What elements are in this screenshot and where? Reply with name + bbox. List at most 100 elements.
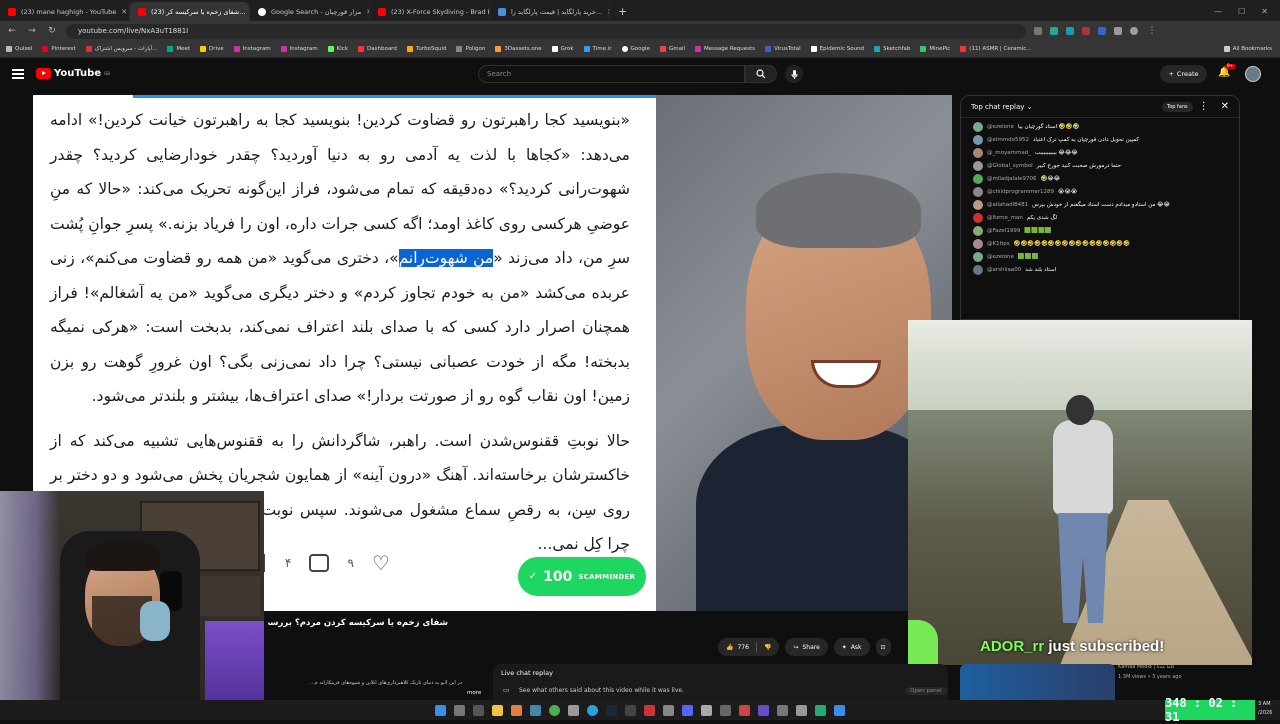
app-icon[interactable] xyxy=(758,704,769,716)
app-icon[interactable] xyxy=(834,704,845,716)
extension-icon[interactable] xyxy=(1050,27,1058,35)
back-icon[interactable]: ← xyxy=(6,26,18,36)
discord-icon[interactable] xyxy=(682,704,693,716)
thumbs-down-icon[interactable]: 👎 xyxy=(764,644,771,651)
bookmark[interactable]: Message Requests xyxy=(695,46,755,52)
sketchfab-icon xyxy=(874,46,881,52)
close-window-icon[interactable]: ✕ xyxy=(1261,7,1268,16)
chat-message: @_moyammad_ ببببببببببب 😂😂😂 xyxy=(961,146,1239,159)
reload-icon[interactable]: ↻ xyxy=(46,26,58,36)
chat-message: @Fazel1999 🟩🟩🟩🟩 xyxy=(961,224,1239,237)
search-icon xyxy=(756,69,766,79)
url-input[interactable]: youtube.com/live/NxA3uT1881I xyxy=(66,23,1026,39)
bookmark[interactable]: Google xyxy=(621,46,650,52)
top-fans-button[interactable]: Top fans xyxy=(1161,101,1193,112)
app-icon[interactable] xyxy=(625,704,636,716)
chrome-icon[interactable] xyxy=(549,704,560,716)
extension-icon[interactable] xyxy=(1082,27,1090,35)
extension-icon[interactable] xyxy=(1114,27,1122,35)
bookmark[interactable]: Instagram xyxy=(280,46,318,52)
search-input[interactable]: Search xyxy=(478,65,745,83)
user-avatar[interactable] xyxy=(1245,66,1261,82)
search-icon[interactable] xyxy=(454,704,465,716)
bookmark[interactable]: Poligon xyxy=(456,46,485,52)
voice-search-button[interactable] xyxy=(785,65,803,83)
bookmark[interactable]: Meet xyxy=(167,46,190,52)
bookmark[interactable]: TurboSquid xyxy=(406,46,446,52)
extension-icon[interactable] xyxy=(1034,27,1042,35)
browser-tab[interactable]: (23) mane haghigh - YouTube ✕ xyxy=(0,2,130,21)
bookmark[interactable]: Instagram xyxy=(233,46,271,52)
profile-avatar-icon[interactable] xyxy=(1130,27,1138,35)
close-chat-icon[interactable]: ✕ xyxy=(1221,101,1229,112)
app-icon[interactable] xyxy=(796,704,807,716)
share-button[interactable]: ↪ Share xyxy=(785,638,828,656)
app-icon[interactable] xyxy=(815,704,826,716)
chat-more-icon[interactable]: ⋮ xyxy=(1199,101,1209,112)
bookmark[interactable]: Quixel xyxy=(6,46,32,52)
bookmark-all[interactable]: All Bookmarks xyxy=(1223,46,1280,52)
new-tab-button[interactable]: + xyxy=(610,2,635,21)
chat-mode-dropdown[interactable]: Top chat replay ⌄ xyxy=(971,103,1033,111)
search-button[interactable] xyxy=(745,65,777,83)
task-view-icon[interactable] xyxy=(473,704,484,716)
open-panel-button[interactable]: Open panel xyxy=(905,687,947,695)
sparkle-icon: ✦ xyxy=(841,643,847,651)
browser-tab[interactable]: Google Search - مزار قورچیان✕ xyxy=(250,2,370,21)
bookmark[interactable]: Gmail xyxy=(659,46,685,52)
drive-icon xyxy=(200,46,207,52)
app-icon[interactable] xyxy=(568,704,579,716)
save-button[interactable]: ⊡ xyxy=(875,638,891,656)
more-link[interactable]: more xyxy=(467,690,481,696)
minimize-icon[interactable]: — xyxy=(1214,7,1222,16)
browser-tab-active[interactable]: (23) شفای زخم‌ه یا سرکیسه کر...✕ xyxy=(130,2,250,21)
address-bar-row: ← → ↻ youtube.com/live/NxA3uT1881I ⋮ xyxy=(0,21,1280,41)
bookmark[interactable]: (11) ASMR | Ceramic... xyxy=(960,46,1032,52)
app-icon[interactable] xyxy=(663,704,674,716)
video-title: شفای زخم‌ه یا سرکیسه کردن مردم؟ بررسی کا… xyxy=(268,618,448,628)
app-icon[interactable] xyxy=(739,704,750,716)
search-app-icon[interactable] xyxy=(511,704,522,716)
bookmark[interactable]: VirusTotal xyxy=(765,46,801,52)
forward-icon[interactable]: → xyxy=(26,26,38,36)
app-icon[interactable] xyxy=(701,704,712,716)
close-tab-icon[interactable]: ✕ xyxy=(121,8,127,16)
bookmark[interactable]: Dashboard xyxy=(358,46,397,52)
maximize-icon[interactable]: ☐ xyxy=(1238,7,1245,16)
telegram-icon[interactable] xyxy=(587,704,598,716)
chat-message: @ezelone استاد گورچیان بیا 🤣🤣🤣 xyxy=(961,120,1239,133)
bookmark[interactable]: Grok xyxy=(551,46,574,52)
create-button[interactable]: + Create xyxy=(1160,65,1207,83)
steam-icon[interactable] xyxy=(606,704,617,716)
youtube-logo[interactable]: YouTube GB xyxy=(36,68,110,79)
bookmark[interactable]: 3Dassets.one xyxy=(495,46,542,52)
bookmark[interactable]: Drive xyxy=(200,46,224,52)
extension-icon[interactable] xyxy=(1066,27,1074,35)
bookmark[interactable]: آپارات - سرویس اشتراک... xyxy=(85,46,157,52)
windows-start-icon[interactable] xyxy=(435,704,446,716)
browser-menu-icon[interactable]: ⋮ xyxy=(1146,26,1158,36)
app-icon[interactable] xyxy=(644,704,655,716)
browser-tab[interactable]: خرید پارلگاید | قیمت پارلگاید را...✕ xyxy=(490,2,610,21)
alert-glow xyxy=(908,620,938,665)
google-icon xyxy=(621,46,628,52)
file-explorer-icon[interactable] xyxy=(492,704,503,716)
hamburger-menu-icon[interactable] xyxy=(12,69,24,79)
recommended-channel[interactable]: Kamaa Media | کاما مدیا xyxy=(1118,664,1175,670)
bookmark[interactable]: Pinterest xyxy=(42,46,76,52)
chat-bubble-icon: ▭ xyxy=(503,686,510,694)
bookmark[interactable]: Time.ir xyxy=(583,46,612,52)
bookmark[interactable]: Kick xyxy=(327,46,348,52)
ask-button[interactable]: ✦ Ask xyxy=(833,638,870,656)
bookmark[interactable]: Sketchfab xyxy=(874,46,910,52)
chat-message: @Itzme_man لگ شدی یکم xyxy=(961,211,1239,224)
browser-tab[interactable]: (23) X-Force Skydiving - Brad H...✕ xyxy=(370,2,490,21)
bookmark[interactable]: Epidemic Sound xyxy=(810,46,864,52)
app-icon[interactable] xyxy=(720,704,731,716)
bookmark[interactable]: MinePic xyxy=(920,46,950,52)
like-button[interactable]: 👍 776 👎 xyxy=(718,638,780,656)
app-icon[interactable] xyxy=(777,704,788,716)
app-icon[interactable] xyxy=(530,704,541,716)
extension-icon[interactable] xyxy=(1098,27,1106,35)
instagram-icon xyxy=(280,46,287,52)
